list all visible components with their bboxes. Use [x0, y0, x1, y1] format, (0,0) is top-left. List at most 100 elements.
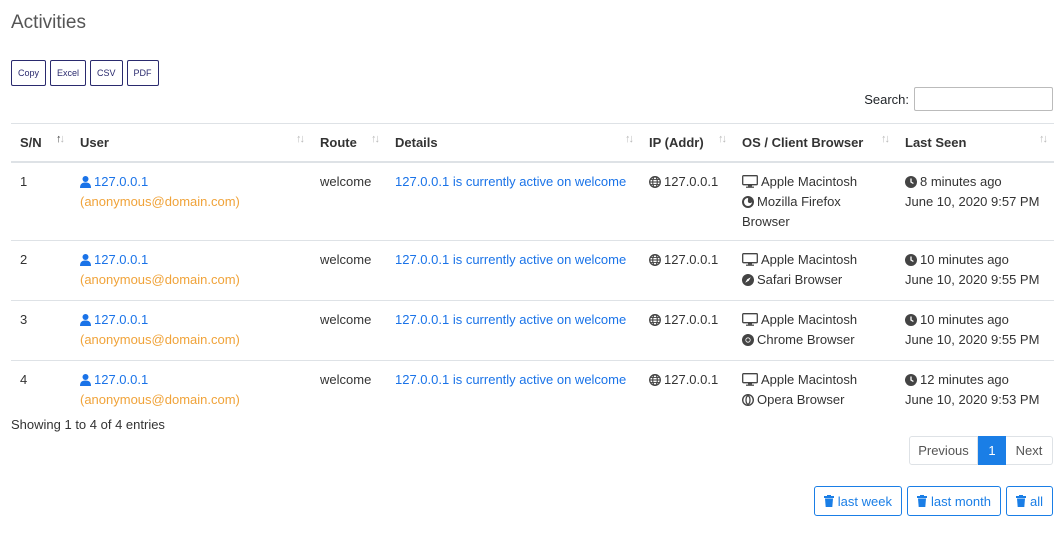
user-link[interactable]: 127.0.0.1	[80, 312, 148, 327]
trash-icon	[823, 495, 834, 507]
table-row: 4 127.0.0.1 (anonymous@domain.com) welcome 1…	[11, 360, 1054, 420]
details-link[interactable]: 127.0.0.1 is currently active on welcome	[395, 252, 626, 267]
desktop-icon	[742, 372, 758, 391]
time-ago: 8 minutes ago	[920, 173, 1002, 189]
cell-last-seen: 10 minutes ago June 10, 2020 9:55 PM	[896, 240, 1054, 301]
column-header-label: User	[80, 134, 109, 150]
cell-details: 127.0.0.1 is currently active on welcome	[386, 240, 640, 301]
sort-icon: ↑↓	[1039, 133, 1048, 145]
pagination: Previous 1 Next	[909, 436, 1053, 465]
column-header-route[interactable]: Route ↑↓	[311, 123, 386, 163]
delete-last-month-label: last month	[931, 493, 991, 509]
cell-sn: 2	[11, 240, 71, 301]
cell-last-seen: 8 minutes ago June 10, 2020 9:57 PM	[896, 161, 1054, 241]
delete-all-button[interactable]: all	[1005, 486, 1053, 516]
sort-icon: ↑↓	[881, 133, 890, 145]
cell-route: welcome	[320, 371, 372, 387]
delete-toolbar: last week last month all	[813, 486, 1053, 516]
delete-last-week-button[interactable]: last week	[813, 486, 902, 516]
details-link[interactable]: 127.0.0.1 is currently active on welcome	[395, 372, 626, 387]
delete-last-week-label: last week	[837, 493, 892, 509]
sort-icon: ↑↓	[56, 133, 65, 145]
chrome-icon	[742, 333, 754, 351]
pdf-button[interactable]: PDF	[126, 60, 159, 86]
last-seen-date: June 10, 2020 9:57 PM	[905, 193, 1040, 209]
last-seen-date: June 10, 2020 9:55 PM	[905, 331, 1040, 347]
user-icon	[80, 313, 91, 331]
ip-address: 127.0.0.1	[664, 371, 719, 387]
table-header-row: S/N ↑↓ User ↑↓ Route ↑↓ Details ↑↓ IP (Addr)…	[11, 123, 1054, 163]
user-ip: 127.0.0.1	[94, 173, 149, 189]
sort-icon: ↑↓	[296, 133, 305, 145]
time-ago: 10 minutes ago	[920, 311, 1009, 327]
next-page-button[interactable]: Next	[1006, 436, 1053, 465]
cell-last-seen: 10 minutes ago June 10, 2020 9:55 PM	[896, 300, 1054, 361]
cell-route: welcome	[311, 161, 386, 241]
delete-last-month-button[interactable]: last month	[907, 486, 1001, 516]
cell-user: 127.0.0.1 (anonymous@domain.com)	[71, 240, 311, 301]
current-page-button[interactable]: 1	[978, 436, 1006, 465]
excel-button[interactable]: Excel	[50, 60, 87, 86]
globe-icon	[649, 253, 661, 271]
search-input[interactable]	[914, 87, 1053, 111]
column-header-sn[interactable]: S/N ↑↓	[11, 123, 71, 163]
details-link[interactable]: 127.0.0.1 is currently active on welcome	[395, 174, 626, 189]
clock-icon	[905, 373, 917, 391]
ip-address: 127.0.0.1	[664, 251, 719, 267]
trash-icon	[917, 495, 927, 507]
user-link[interactable]: 127.0.0.1	[80, 252, 148, 267]
table-info: Showing 1 to 4 of 4 entries	[11, 417, 165, 432]
ip-address: 127.0.0.1	[664, 173, 719, 189]
column-header-details[interactable]: Details ↑↓	[386, 123, 640, 163]
browser-name: Opera Browser	[757, 391, 845, 407]
page-title: Activities	[11, 12, 86, 33]
last-seen-date: June 10, 2020 9:55 PM	[905, 271, 1040, 287]
sort-icon: ↑↓	[718, 133, 727, 145]
column-header-last-seen[interactable]: Last Seen ↑↓	[896, 123, 1054, 163]
cell-user: 127.0.0.1 (anonymous@domain.com)	[71, 360, 311, 420]
cell-user: 127.0.0.1 (anonymous@domain.com)	[71, 300, 311, 361]
clock-icon	[905, 175, 917, 193]
cell-ip: 127.0.0.1	[640, 360, 733, 420]
cell-ip: 127.0.0.1	[640, 161, 733, 241]
cell-sn: 3	[11, 300, 71, 361]
clock-icon	[905, 313, 917, 331]
cell-os-browser: Apple Macintosh Opera Browser	[733, 360, 896, 420]
trash-icon	[1015, 495, 1026, 507]
desktop-icon	[742, 174, 758, 193]
copy-button[interactable]: Copy	[11, 60, 47, 86]
activities-table: S/N ↑↓ User ↑↓ Route ↑↓ Details ↑↓ IP (Addr)…	[11, 123, 1054, 420]
details-link[interactable]: 127.0.0.1 is currently active on welcome	[395, 312, 626, 327]
desktop-icon	[742, 312, 758, 331]
sort-icon: ↑↓	[371, 133, 380, 145]
csv-button[interactable]: CSV	[90, 60, 123, 86]
browser-name: Safari Browser	[757, 271, 843, 287]
browser-name: Chrome Browser	[757, 331, 855, 347]
export-toolbar: Copy Excel CSV PDF	[11, 60, 159, 86]
cell-ip: 127.0.0.1	[640, 300, 733, 361]
cell-os-browser: Apple Macintosh Safari Browser	[733, 240, 896, 301]
column-header-os-browser[interactable]: OS / Client Browser ↑↓	[733, 123, 896, 163]
globe-icon	[649, 175, 661, 193]
time-ago: 12 minutes ago	[920, 371, 1009, 387]
user-link[interactable]: 127.0.0.1	[80, 372, 148, 387]
os-name: Apple Macintosh	[761, 371, 858, 387]
previous-page-button[interactable]: Previous	[909, 436, 978, 465]
desktop-icon	[742, 252, 758, 271]
os-name: Apple Macintosh	[761, 311, 858, 327]
search-box: Search:	[864, 87, 1053, 111]
table-row: 3 127.0.0.1 (anonymous@domain.com) welcome 1…	[11, 300, 1054, 361]
user-link[interactable]: 127.0.0.1	[80, 174, 148, 189]
last-seen-date: June 10, 2020 9:53 PM	[905, 391, 1040, 407]
column-header-label: OS / Client Browser	[742, 134, 864, 150]
column-header-ip[interactable]: IP (Addr) ↑↓	[640, 123, 733, 163]
delete-all-label: all	[1029, 493, 1043, 509]
user-email: (anonymous@domain.com)	[80, 193, 240, 209]
firefox-icon	[742, 195, 754, 213]
table-row: 1 127.0.0.1 (anonymous@domain.com) welcome 1…	[11, 161, 1054, 241]
time-ago: 10 minutes ago	[920, 251, 1009, 267]
cell-last-seen: 12 minutes ago June 10, 2020 9:53 PM	[896, 360, 1054, 420]
user-icon	[80, 175, 91, 193]
column-header-user[interactable]: User ↑↓	[71, 123, 311, 163]
user-ip: 127.0.0.1	[94, 371, 149, 387]
